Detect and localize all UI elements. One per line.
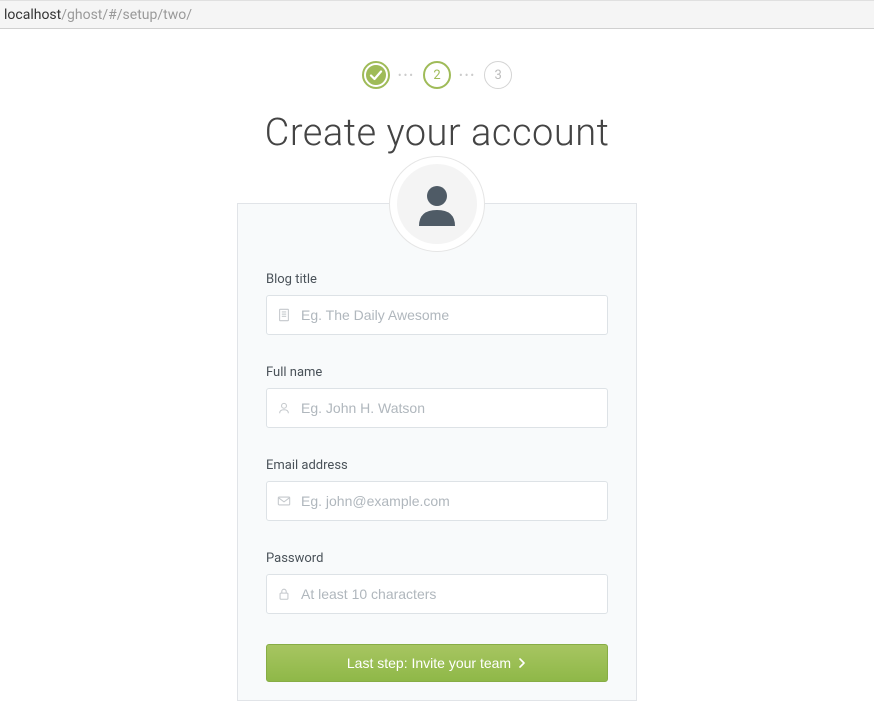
- email-input[interactable]: [301, 482, 607, 520]
- blog-title-input-wrap: [266, 295, 608, 335]
- main-content: ••• 2 ••• 3 Create your account Blog tit…: [0, 29, 874, 701]
- blog-title-label: Blog title: [266, 272, 608, 287]
- address-path: /ghost/#/setup/two/: [61, 7, 192, 23]
- submit-button[interactable]: Last step: Invite your team: [266, 644, 608, 682]
- lock-icon: [267, 587, 301, 601]
- document-icon: [267, 308, 301, 322]
- checkmark-icon: [364, 63, 388, 87]
- step-3-inactive: 3: [484, 61, 512, 89]
- chevron-right-icon: [517, 658, 527, 668]
- avatar-placeholder: [397, 164, 477, 244]
- step-separator: •••: [459, 69, 476, 82]
- page-title: Create your account: [265, 111, 610, 155]
- full-name-group: Full name: [266, 365, 608, 428]
- full-name-label: Full name: [266, 365, 608, 380]
- email-label: Email address: [266, 458, 608, 473]
- blog-title-group: Blog title: [266, 272, 608, 335]
- step-separator: •••: [398, 69, 415, 82]
- email-input-wrap: [266, 481, 608, 521]
- address-bar[interactable]: localhost/ghost/#/setup/two/: [0, 0, 874, 29]
- password-input[interactable]: [301, 575, 607, 613]
- mail-icon: [267, 494, 301, 508]
- person-icon: [411, 178, 463, 230]
- blog-title-input[interactable]: [301, 296, 607, 334]
- account-form-panel: Blog title Full name: [237, 203, 637, 701]
- avatar-upload[interactable]: [389, 156, 485, 252]
- address-host: localhost: [4, 7, 61, 23]
- submit-button-label: Last step: Invite your team: [347, 655, 511, 671]
- email-group: Email address: [266, 458, 608, 521]
- step-2-active: 2: [423, 61, 451, 89]
- full-name-input[interactable]: [301, 389, 607, 427]
- full-name-input-wrap: [266, 388, 608, 428]
- password-input-wrap: [266, 574, 608, 614]
- user-icon: [267, 401, 301, 415]
- step-1-completed: [362, 61, 390, 89]
- setup-stepper: ••• 2 ••• 3: [362, 61, 512, 89]
- password-label: Password: [266, 551, 608, 566]
- password-group: Password: [266, 551, 608, 614]
